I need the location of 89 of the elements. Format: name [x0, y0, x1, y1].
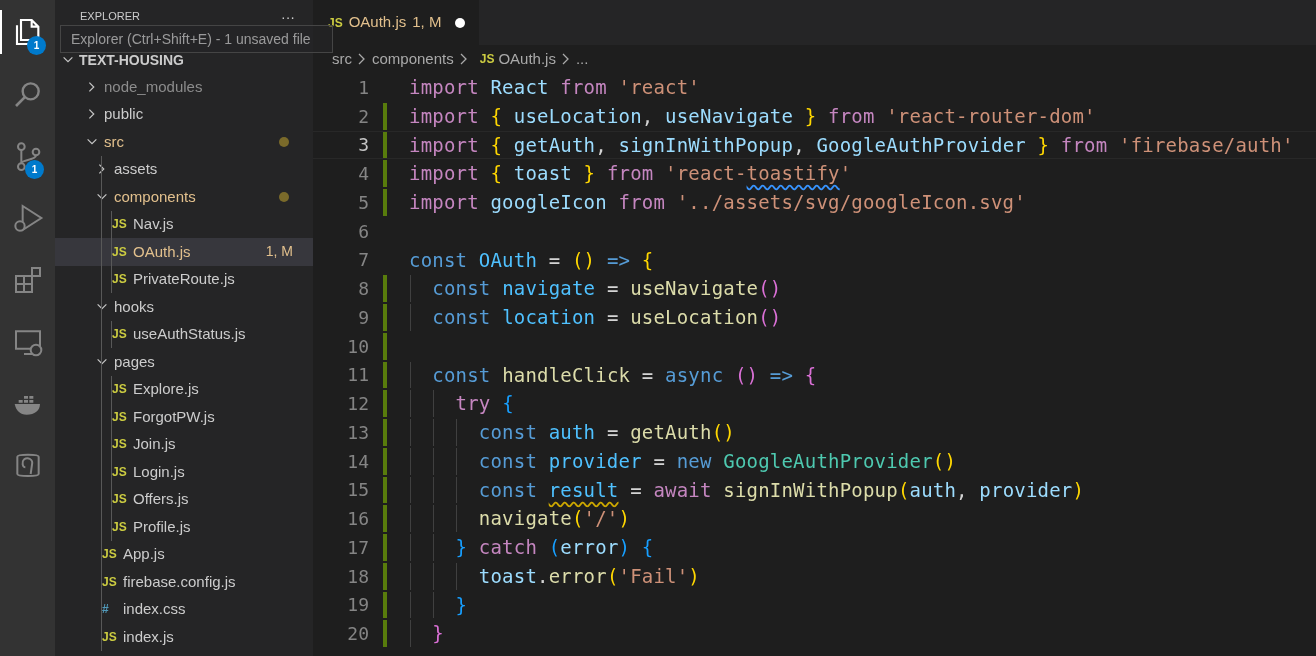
file-status: 1, M	[265, 242, 293, 262]
tree-item[interactable]: JS Offers.js	[55, 485, 313, 513]
tab-label: OAuth.js	[348, 12, 407, 33]
code-line: import { useLocation, useNavigate } from 'react-router-dom'	[409, 103, 1096, 129]
file-type-glyph: JS	[112, 491, 128, 509]
line-number: 18	[346, 564, 369, 589]
explorer-title: EXPLORER	[80, 10, 140, 23]
file-type-glyph: JS	[102, 573, 118, 591]
code-line: import { getAuth, signInWithPopup, GoogleAuthProvider } from 'firebase/auth'	[409, 132, 1294, 158]
file-type-glyph: JS	[112, 326, 128, 344]
code-line: toast.error('Fail')	[477, 563, 700, 589]
line-number: 14	[346, 449, 369, 474]
line-number: 8	[357, 277, 369, 302]
line-number: 6	[357, 219, 369, 244]
file-type-glyph: JS	[112, 243, 128, 261]
file-type-glyph: JS	[102, 628, 118, 646]
code-line: }	[454, 592, 468, 618]
tree-item[interactable]: JS firebase.config.js	[55, 568, 313, 596]
file-type-glyph: JS	[112, 381, 128, 399]
file-type-glyph: JS	[112, 216, 128, 234]
tooltip-text: Explorer (Ctrl+Shift+E) - 1 unsaved file	[71, 32, 311, 46]
code-line: }	[431, 621, 444, 647]
file-status: 1, M	[412, 12, 442, 33]
tree-item[interactable]: JS index.js	[55, 623, 313, 651]
breadcrumb-item[interactable]: OAuth.js	[498, 47, 556, 71]
tree-item[interactable]: JS Explore.js	[55, 375, 313, 403]
tree-item[interactable]: JS useAuthStatus.js	[55, 320, 313, 348]
project-name[interactable]: TEXT-HOUSING	[79, 49, 184, 71]
code-line: import React from 'react'	[409, 75, 700, 101]
breadcrumb-item[interactable]: components	[372, 47, 454, 71]
play-bug-icon	[11, 202, 44, 234]
breadcrumb-item[interactable]: ...	[575, 47, 589, 71]
more-actions-button[interactable]: ···	[281, 10, 295, 24]
code-line: } catch (error) {	[454, 535, 654, 561]
code-line: import { toast } from 'react-toastify'	[409, 161, 852, 187]
line-number: 2	[357, 104, 369, 129]
line-number: 12	[346, 392, 369, 417]
line-number: 5	[357, 190, 369, 215]
tree-item[interactable]: # index.css	[55, 595, 313, 623]
tree-item[interactable]: JS Login.js	[55, 458, 313, 486]
line-number: 4	[357, 162, 369, 187]
code-line: const result = await signInWithPopup(auth, provider)	[477, 477, 1085, 503]
code-line: const provider = new GoogleAuthProvider()	[477, 448, 957, 474]
line-number: 15	[346, 478, 369, 503]
code-line: const OAuth = () => {	[409, 247, 654, 273]
tree-item[interactable]: src	[55, 128, 313, 156]
code-line: const navigate = useNavigate()	[431, 276, 782, 302]
tree-item[interactable]: JS Nav.js	[55, 210, 313, 238]
line-number: 7	[357, 248, 369, 273]
line-number: 13	[346, 420, 369, 445]
code-line: try {	[454, 391, 514, 417]
line-number: 10	[346, 334, 369, 359]
notification-badge: 1	[25, 160, 44, 179]
code-line: navigate('/')	[477, 506, 631, 532]
file-type-glyph: JS	[479, 51, 495, 68]
line-number: 19	[346, 593, 369, 618]
notification-badge: 1	[27, 36, 46, 55]
file-type-glyph: JS	[112, 463, 128, 481]
code-line: const auth = getAuth()	[477, 420, 735, 446]
tree-item[interactable]: JS PrivateRoute.js	[55, 265, 313, 293]
file-type-glyph: JS	[112, 436, 128, 454]
line-number: 3	[357, 133, 369, 158]
line-number: 20	[346, 622, 369, 647]
file-type-glyph: JS	[112, 518, 128, 536]
tree-item[interactable]: JS App.js	[55, 540, 313, 568]
activity-bar-item[interactable]: 1	[0, 134, 55, 178]
tree-item[interactable]: JS Profile.js	[55, 513, 313, 541]
code-line: const location = useLocation()	[431, 305, 782, 331]
line-number: 16	[346, 507, 369, 532]
tree-item[interactable]: JS ForgotPW.js	[55, 403, 313, 431]
breadcrumb-item[interactable]: src	[332, 47, 352, 71]
tree-item[interactable]: public	[55, 100, 313, 128]
file-type-glyph: JS	[112, 408, 128, 426]
tree-item[interactable]: JS OAuth.js 1, M	[55, 238, 313, 266]
line-number: 17	[346, 535, 369, 560]
line-number: 1	[357, 75, 369, 100]
tree-item[interactable]: pages	[55, 348, 313, 376]
file-type-glyph: #	[102, 601, 110, 619]
tree-item[interactable]: node_modules	[55, 73, 313, 101]
line-number: 11	[346, 363, 369, 388]
tree-item[interactable]: assets	[55, 155, 313, 183]
tree-item[interactable]: components	[55, 183, 313, 211]
code-line: import googleIcon from '../assets/svg/googleIcon.svg'	[409, 190, 1026, 216]
file-type-glyph: JS	[102, 546, 118, 564]
line-number: 9	[357, 305, 369, 330]
tree-item[interactable]: JS Join.js	[55, 430, 313, 458]
file-type-glyph: JS	[112, 271, 128, 289]
code-line: const handleClick = async () => {	[431, 362, 817, 388]
tree-item[interactable]: hooks	[55, 293, 313, 321]
